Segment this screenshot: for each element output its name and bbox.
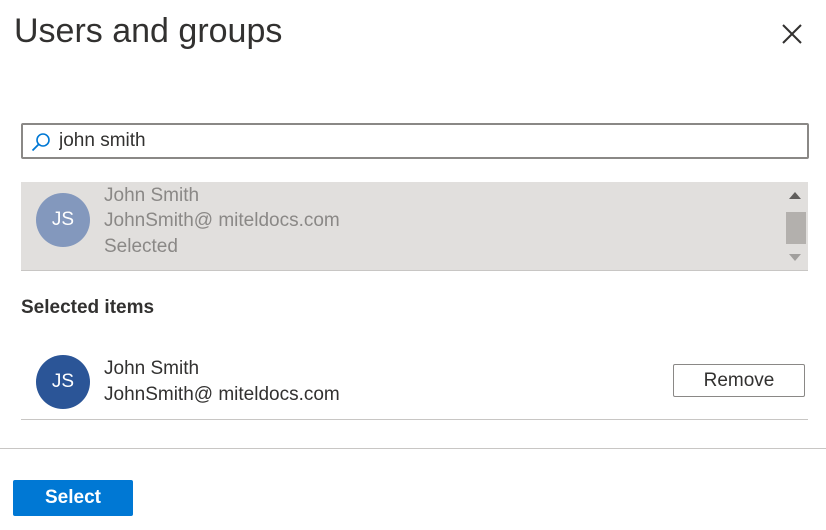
footer-divider: [0, 448, 826, 449]
scroll-down-arrow-icon[interactable]: [789, 254, 801, 261]
scrollbar-thumb[interactable]: [786, 212, 806, 244]
remove-button[interactable]: Remove: [673, 364, 805, 397]
avatar: JS: [36, 193, 90, 247]
search-box[interactable]: [21, 123, 809, 159]
selected-item-email: JohnSmith@ miteldocs.com: [104, 384, 340, 405]
search-results-list: JS John Smith JohnSmith@ miteldocs.com S…: [21, 182, 808, 271]
page-title: Users and groups: [14, 12, 283, 50]
result-email: JohnSmith@ miteldocs.com: [104, 210, 340, 231]
close-icon: [782, 24, 802, 44]
selected-items-heading: Selected items: [21, 297, 155, 318]
avatar: JS: [36, 355, 90, 409]
divider: [21, 419, 808, 420]
search-result-item[interactable]: JS John Smith JohnSmith@ miteldocs.com S…: [21, 182, 783, 270]
result-status: Selected: [104, 236, 178, 257]
search-input[interactable]: [59, 127, 799, 155]
search-icon: [31, 133, 50, 152]
scroll-up-arrow-icon[interactable]: [789, 192, 801, 199]
select-button[interactable]: Select: [13, 480, 133, 516]
selected-item-name: John Smith: [104, 358, 200, 379]
close-button[interactable]: [778, 20, 806, 48]
result-name: John Smith: [104, 185, 200, 206]
results-scrollbar[interactable]: [783, 182, 808, 270]
